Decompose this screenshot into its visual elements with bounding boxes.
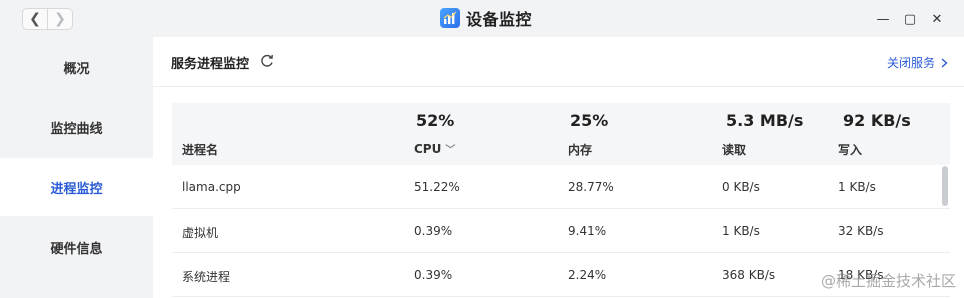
process-write: 1 KB/s [838, 180, 876, 194]
watermark: @稀土掘金技术社区 [821, 270, 956, 291]
nav-buttons: ❮ ❯ [22, 8, 73, 30]
sidebar-item-hardware-info[interactable]: 硬件信息 [0, 218, 153, 276]
sidebar: 概况 监控曲线 进程监控 硬件信息 [0, 37, 153, 298]
close-button[interactable]: ✕ [927, 9, 947, 29]
sort-desc-icon: ﹀ [445, 145, 456, 156]
write-total: 92 KB/s [843, 111, 911, 130]
table-row[interactable]: 虚拟机 0.39% 9.41% 1 KB/s 32 KB/s [172, 209, 950, 253]
cpu-total: 52% [416, 111, 455, 130]
refresh-icon[interactable] [259, 53, 275, 69]
process-read: 0 KB/s [722, 180, 760, 194]
column-header-name[interactable]: 进程名 [182, 141, 218, 158]
forward-button[interactable]: ❯ [48, 9, 72, 29]
process-memory: 9.41% [568, 224, 607, 238]
column-header-read[interactable]: 读取 [722, 141, 746, 158]
process-memory: 2.24% [568, 268, 607, 282]
maximize-button[interactable]: ▢ [900, 9, 920, 29]
process-write: 32 KB/s [838, 224, 884, 238]
app-title: 设备监控 [440, 7, 532, 29]
column-header-cpu-label: CPU [414, 142, 442, 156]
section-title: 服务进程监控 [171, 57, 250, 72]
process-name: 虚拟机 [182, 226, 219, 240]
read-total: 5.3 MB/s [726, 111, 804, 130]
process-name: 系统进程 [182, 270, 231, 284]
column-header-cpu[interactable]: CPU ﹀ [414, 141, 455, 156]
process-cpu: 0.39% [414, 268, 453, 282]
watermark-text: @稀土掘金技术社区 [820, 272, 956, 290]
sidebar-item-monitor-curves[interactable]: 监控曲线 [0, 98, 153, 156]
table-header: 52% 25% 5.3 MB/s 92 KB/s 进程名 CPU ﹀ 内存 读取 … [172, 103, 950, 165]
process-cpu: 51.22% [414, 180, 460, 194]
process-memory: 28.77% [568, 180, 614, 194]
monitor-app-icon [440, 8, 460, 28]
memory-total: 25% [570, 111, 609, 130]
process-name: llama.cpp [182, 180, 241, 194]
stop-service-link[interactable]: 关闭服务 [887, 54, 948, 71]
column-header-memory[interactable]: 内存 [568, 141, 592, 158]
vertical-scrollbar[interactable] [942, 166, 948, 206]
chevron-right-icon [941, 57, 948, 68]
minimize-button[interactable]: — [873, 9, 893, 29]
process-cpu: 0.39% [414, 224, 453, 238]
sidebar-item-overview[interactable]: 概况 [0, 38, 153, 96]
window-title: 设备监控 [466, 10, 533, 29]
sidebar-item-process-monitor[interactable]: 进程监控 [0, 158, 153, 216]
back-button[interactable]: ❮ [23, 9, 47, 29]
table-row[interactable]: llama.cpp 51.22% 28.77% 0 KB/s 1 KB/s [172, 165, 950, 209]
process-read: 1 KB/s [722, 224, 760, 238]
section-header: 服务进程监控 关闭服务 [153, 37, 964, 87]
column-header-write[interactable]: 写入 [838, 141, 862, 158]
title-bar: ❮ ❯ 设备监控 — ▢ ✕ [0, 0, 964, 37]
stop-service-label: 关闭服务 [886, 56, 935, 70]
process-read: 368 KB/s [722, 268, 776, 282]
main-panel: 服务进程监控 关闭服务 52% 25% 5.3 MB/s 92 KB/s 进程名… [153, 37, 964, 298]
